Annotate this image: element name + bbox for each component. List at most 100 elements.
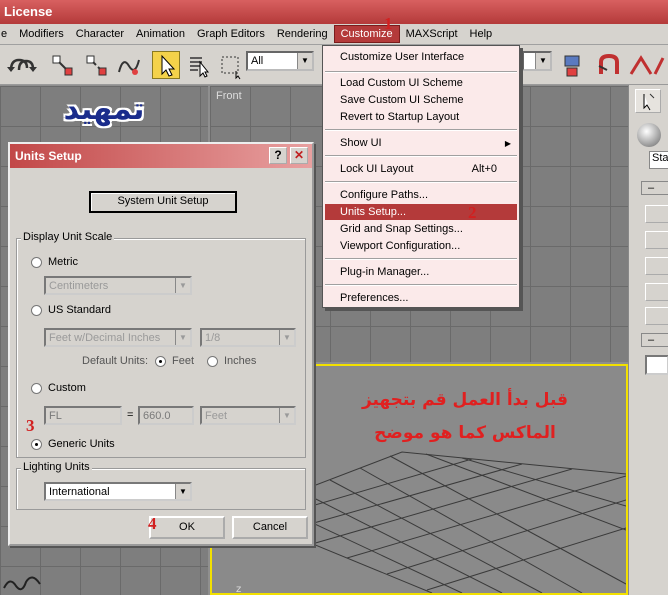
menu-animation[interactable]: Animation	[130, 26, 191, 42]
snaps-toggle-icon[interactable]	[594, 51, 622, 79]
custom-unit-dropdown[interactable]: Feet ▼	[200, 406, 296, 425]
chevron-down-icon: ▼	[279, 408, 294, 423]
menu-item-load-ui-scheme[interactable]: Load Custom UI Scheme	[340, 77, 463, 89]
custom-name-value: FL	[49, 410, 62, 422]
radio-icon	[31, 304, 42, 316]
customize-menu: Customize User Interface Load Custom UI …	[322, 45, 520, 308]
create-tab-icon[interactable]	[635, 89, 661, 113]
rectangular-selection-icon[interactable]	[216, 51, 244, 80]
display-unit-scale-label: Display Unit Scale	[21, 231, 115, 243]
cancel-button[interactable]: Cancel	[232, 516, 308, 539]
object-button[interactable]	[645, 205, 668, 223]
chevron-down-icon: ▼	[279, 330, 294, 345]
menu-item-plugin-manager[interactable]: Plug-in Manager...	[340, 266, 429, 278]
reference-coordinate-dropdown[interactable]: ▼	[522, 51, 552, 71]
system-unit-setup-button[interactable]: System Unit Setup	[89, 191, 237, 213]
angle-snap-icon[interactable]	[626, 51, 654, 79]
redo-icon[interactable]	[14, 51, 37, 79]
rollout-collapse-button[interactable]: –	[641, 333, 668, 347]
us-fraction-dropdown[interactable]: 1/8 ▼	[200, 328, 296, 347]
us-unit-dropdown[interactable]: Feet w/Decimal Inches ▼	[44, 328, 192, 347]
menu-item-customize-ui[interactable]: Customize User Interface	[340, 51, 464, 63]
menu-graph-editors[interactable]: Graph Editors	[191, 26, 271, 42]
equals-sign: =	[127, 409, 134, 421]
select-by-name-icon[interactable]	[184, 51, 212, 79]
step-2-badge: 2	[468, 203, 477, 222]
radio-icon	[31, 438, 42, 450]
default-units-label: Default Units:	[82, 355, 149, 367]
lighting-units-label: Lighting Units	[21, 461, 92, 473]
metric-radio[interactable]: Metric	[31, 256, 78, 268]
lock-ui-shortcut: Alt+0	[471, 163, 497, 175]
menu-separator	[325, 284, 517, 286]
select-and-link-icon[interactable]	[48, 51, 76, 79]
menu-edit[interactable]: e	[0, 26, 13, 42]
us-standard-radio[interactable]: US Standard	[31, 304, 111, 316]
us-standard-label: US Standard	[48, 304, 111, 316]
lighting-units-dropdown[interactable]: International ▼	[44, 482, 192, 501]
metric-unit-dropdown[interactable]: Centimeters ▼	[44, 276, 192, 295]
bind-to-space-warp-icon[interactable]	[114, 51, 142, 79]
instruction-line-1: قبل بدأ العمل قم بتجهيز	[361, 390, 569, 410]
menu-maxscript[interactable]: MAXScript	[400, 26, 464, 42]
custom-unit-value: Feet	[205, 410, 228, 422]
menu-separator	[325, 155, 517, 157]
radio-icon	[31, 382, 42, 394]
menu-separator	[325, 71, 517, 73]
object-button[interactable]	[645, 231, 668, 249]
generic-units-radio[interactable]: Generic Units	[31, 438, 115, 450]
close-button[interactable]: ✕	[290, 147, 308, 164]
selection-filter-value: All	[251, 55, 264, 67]
menu-modifiers[interactable]: Modifiers	[13, 26, 70, 42]
menu-rendering[interactable]: Rendering	[271, 26, 334, 42]
name-field[interactable]	[645, 355, 668, 375]
selection-filter-dropdown[interactable]: All ▼	[246, 51, 314, 71]
ok-button[interactable]: OK	[149, 516, 225, 539]
arabic-heading: تمهيد	[63, 92, 145, 127]
menu-bar: e Modifiers Character Animation Graph Ed…	[0, 24, 668, 45]
radio-icon	[207, 355, 218, 367]
menu-item-save-ui-scheme[interactable]: Save Custom UI Scheme	[340, 94, 464, 106]
metric-label: Metric	[48, 256, 78, 268]
inches-radio[interactable]: Inches	[207, 355, 256, 367]
instruction-line-2: الماكس كما هو موضح	[374, 423, 556, 443]
object-button[interactable]	[645, 307, 668, 325]
chevron-down-icon: ▼	[175, 330, 190, 345]
inches-label: Inches	[224, 355, 257, 367]
help-button[interactable]: ?	[269, 147, 287, 164]
menu-item-preferences[interactable]: Preferences...	[340, 292, 408, 304]
select-object-icon[interactable]	[152, 51, 180, 79]
percent-snap-icon[interactable]	[652, 51, 668, 79]
feet-radio[interactable]: Feet	[155, 355, 194, 367]
menu-item-viewport-configuration[interactable]: Viewport Configuration...	[340, 240, 460, 252]
step-3-badge: 3	[26, 416, 35, 435]
menu-item-grid-snap-settings[interactable]: Grid and Snap Settings...	[340, 223, 463, 235]
generic-units-label: Generic Units	[48, 438, 115, 450]
unlink-selection-icon[interactable]	[82, 51, 110, 79]
menu-item-revert-layout[interactable]: Revert to Startup Layout	[340, 111, 459, 123]
menu-item-show-ui[interactable]: Show UI	[340, 137, 382, 149]
custom-name-field[interactable]: FL	[44, 406, 122, 425]
menu-item-configure-paths[interactable]: Configure Paths...	[340, 189, 428, 201]
geometry-sphere-icon[interactable]	[637, 123, 661, 147]
menu-item-units-setup[interactable]: Units Setup...	[325, 204, 517, 220]
use-pivot-center-icon[interactable]	[558, 51, 586, 79]
menu-character[interactable]: Character	[70, 26, 130, 42]
custom-radio[interactable]: Custom	[31, 382, 86, 394]
object-button[interactable]	[645, 283, 668, 301]
menu-help[interactable]: Help	[464, 26, 499, 42]
step-1-badge: 1	[384, 14, 393, 33]
metric-unit-value: Centimeters	[49, 280, 109, 292]
us-unit-value: Feet w/Decimal Inches	[49, 332, 161, 344]
radio-icon	[155, 355, 166, 367]
menu-item-lock-ui-layout[interactable]: Lock UI Layout	[340, 163, 413, 175]
custom-value-field[interactable]: 660.0	[138, 406, 194, 425]
menu-separator	[325, 129, 517, 131]
viewport-front-label[interactable]: Front	[216, 90, 242, 102]
object-type-dropdown[interactable]: Sta	[649, 151, 668, 169]
menu-separator	[325, 181, 517, 183]
custom-value: 660.0	[143, 410, 171, 422]
rollout-collapse-button[interactable]: –	[641, 181, 668, 195]
object-button[interactable]	[645, 257, 668, 275]
chevron-down-icon: ▼	[297, 53, 312, 69]
